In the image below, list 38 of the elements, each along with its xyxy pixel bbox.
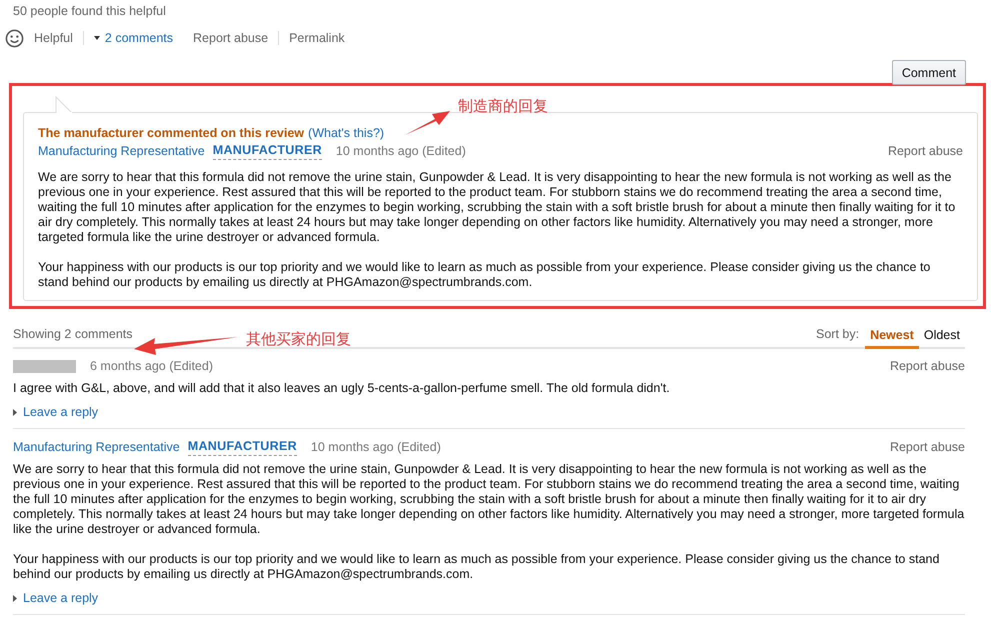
- triangle-icon: [13, 408, 17, 416]
- author-link[interactable]: Manufacturing Representative: [13, 438, 180, 456]
- whats-this-link[interactable]: (What's this?): [308, 126, 384, 140]
- caret-icon[interactable]: [94, 36, 100, 40]
- helpful-link[interactable]: Helpful: [34, 31, 73, 45]
- sort-label: Sort by:: [816, 327, 860, 343]
- arrow-icon: [134, 336, 238, 356]
- permalink-link[interactable]: Permalink: [289, 31, 345, 45]
- comment-time: 10 months ago (Edited): [310, 438, 441, 456]
- comment-text: I agree with G&L, above, and will add that it also leaves an ugly 5-cents-a-gallon-perfume smell. The old formula didn't.: [13, 381, 671, 396]
- manufacturer-heading: The manufacturer commented on this review: [38, 126, 304, 140]
- report-abuse-link[interactable]: Report abuse: [888, 142, 963, 160]
- comments-count: Showing 2 comments: [13, 327, 133, 343]
- leave-reply-link[interactable]: Leave a reply: [23, 591, 98, 605]
- comment-text: We are sorry to hear that this formula did not remove the urine stain, Gunpowder & Lead. It is very disappointing to hear the new formula is not working as well as the previous one in your experience. Rest assured that this will be reported to the product team. For stubborn stains we do recommend treating the area a second time, waiting the full 10 minutes after application for the enzymes to begin working, scrubbing the stain with a soft bristle brush for about a minute then finally waiting for it to air dry completely. This normally takes at least 24 hours but may take longer depending on other factors like humidity. Alternatively you may need a stronger, more targeted formula like the urine destroyer or advanced formula.: [13, 462, 965, 537]
- annotation-label: 其他买家的回复: [246, 330, 351, 349]
- annotation-label: 制造商的回复: [458, 97, 548, 116]
- comment-button[interactable]: Comment: [892, 60, 966, 85]
- comments-link[interactable]: 2 comments: [104, 31, 174, 45]
- report-abuse-link[interactable]: Report abuse: [193, 31, 268, 45]
- report-abuse-link[interactable]: Report abuse: [890, 438, 965, 456]
- comment-text: Your happiness with our products is our top priority and we would like to learn as much as possible from your experience. Please consider giving us the chance to stand behind our products by emailing us directly at PHGAmazon@spectrumbrands.com.: [13, 552, 940, 582]
- smiley-icon[interactable]: [5, 28, 24, 48]
- triangle-icon: [13, 594, 17, 602]
- manufacturer-badge: MANUFACTURER: [212, 141, 322, 160]
- manufacturer-badge: MANUFACTURER: [188, 437, 297, 456]
- sort-tab[interactable]: Oldest: [918, 328, 965, 349]
- redacted-name: [13, 360, 76, 372]
- sort-tab[interactable]: Newest: [865, 328, 919, 349]
- comment-text: Your happiness with our products is our top priority and we would like to learn as much as possible from your experience. Please consider giving us the chance to stand behind our products by emailing us directly at PHGAmazon@spectrumbrands.com.: [38, 260, 932, 290]
- leave-reply-link[interactable]: Leave a reply: [23, 405, 98, 419]
- comment-text: We are sorry to hear that this formula did not remove the urine stain, Gunpowder & Lead. It is very disappointing to hear the new formula is not working as well as the previous one in your experience. Rest assured that this will be reported to the product team. For stubborn stains we do recommend treating the area a second time, waiting the full 10 minutes after application for the enzymes to begin working, scrubbing the stain with a soft bristle brush for about a minute then finally waiting for it to air dry completely. This normally takes at least 24 hours but may take longer depending on other factors like humidity. Alternatively you may need a stronger, more targeted formula like the urine destroyer or advanced formula.: [38, 170, 956, 245]
- arrow-icon: [405, 110, 451, 136]
- comment-time: 6 months ago (Edited): [90, 358, 213, 375]
- author-link[interactable]: Manufacturing Representative: [38, 142, 205, 160]
- helpful-count: 50 people found this helpful: [13, 3, 167, 19]
- comment-time: 10 months ago (Edited): [336, 142, 466, 160]
- report-abuse-link[interactable]: Report abuse: [890, 357, 965, 375]
